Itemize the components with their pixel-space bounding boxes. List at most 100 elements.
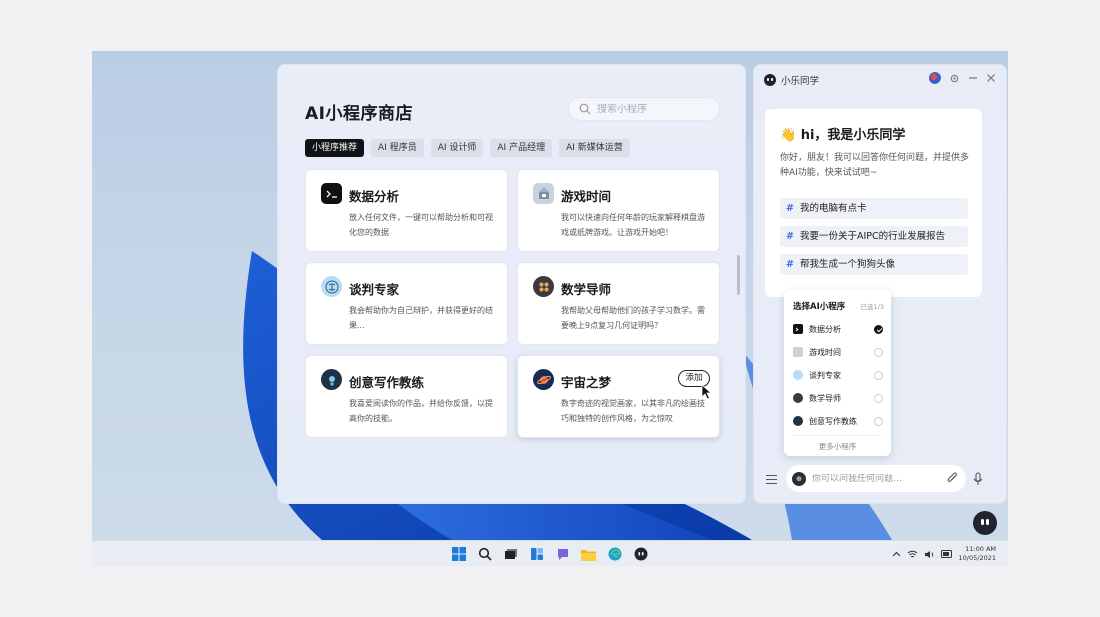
app-card-desc: 数字奇迹的视觉画家，以其非凡的绘画技巧和独特的创作风格，为之惊叹 <box>561 399 705 423</box>
app-card-desc: 放入任何文件，一键可以帮助分析和可视化您的数据 <box>349 213 493 237</box>
app-card-data-analysis[interactable]: 数据分析 放入任何文件，一键可以帮助分析和可视化您的数据 <box>305 169 508 252</box>
popup-title: 选择AI小程序 <box>793 302 846 312</box>
task-view-icon[interactable] <box>502 546 519 562</box>
assistant-panel: 小乐同学 👋 hi，我是小乐同学 你好，朋友！我可以回答你任何问题，并提供多种A… <box>753 64 1007 504</box>
tab-recommended[interactable]: 小程序推荐 <box>305 139 365 157</box>
chevron-up-icon[interactable] <box>892 551 901 557</box>
avatar-icon[interactable] <box>929 72 941 84</box>
radio-unchecked[interactable] <box>874 393 883 403</box>
math-icon <box>533 276 554 297</box>
negotiation-icon <box>793 370 803 380</box>
suggestion-chip[interactable]: # 我的电脑有点卡 <box>780 198 968 219</box>
minimize-icon[interactable] <box>968 73 978 83</box>
category-tabs: 小程序推荐 AI 程序员 AI 设计师 AI 产品经理 AI 新媒体运营 <box>305 139 630 157</box>
popup-item-creative-writing[interactable]: 创意写作教练 <box>793 414 883 428</box>
app-card-desc: 我会帮助你为自己辩护，并获得更好的结果... <box>349 306 493 330</box>
app-card-negotiation[interactable]: 谈判专家 我会帮助你为自己辩护，并获得更好的结果... <box>305 262 508 345</box>
intro-text: 你好，朋友！我可以回答你任何问题，并提供多种AI功能，快来试试吧~ <box>780 153 970 178</box>
negotiation-icon <box>321 276 342 297</box>
microphone-icon[interactable] <box>973 472 983 486</box>
suggestion-chip[interactable]: # 帮我生成一个狗狗头像 <box>780 254 968 275</box>
chat-input-bar: ⊕ <box>786 465 966 492</box>
popup-item-game-time[interactable]: 游戏时间 <box>793 345 883 359</box>
app-card-title: 谈判专家 <box>349 282 400 297</box>
app-card-game-time[interactable]: 游戏时间 我可以快速向任何年龄的玩家解释棋盘游戏或纸牌游戏。让游戏开始吧！ <box>517 169 720 252</box>
writing-icon <box>793 416 803 426</box>
assistant-taskbar-icon[interactable] <box>632 546 649 562</box>
search-input[interactable] <box>597 103 717 115</box>
window-controls <box>929 72 996 84</box>
taskbar: 11:00 AM 10/05/2021 <box>92 540 1008 566</box>
mouse-cursor-icon <box>701 384 713 400</box>
popup-item-data-analysis[interactable]: 数据分析 <box>793 322 883 336</box>
writing-icon <box>321 369 342 390</box>
popup-item-negotiation[interactable]: 谈判专家 <box>793 368 883 382</box>
game-icon <box>533 183 554 204</box>
tab-ai-new-media[interactable]: AI 新媒体运营 <box>559 139 630 157</box>
popup-item-label: 创意写作教练 <box>809 416 857 426</box>
popup-count: 已选1/3 <box>860 303 884 311</box>
suggestion-label: 我要一份关于AIPC的行业发展报告 <box>799 231 946 242</box>
radio-unchecked[interactable] <box>874 347 883 357</box>
store-title: AI小程序商店 <box>305 104 413 124</box>
paperclip-icon[interactable] <box>946 471 958 485</box>
system-tray: 11:00 AM 10/05/2021 <box>892 545 996 563</box>
floating-assistant-button[interactable] <box>973 511 997 535</box>
app-card-desc: 我可以快速向任何年龄的玩家解释棋盘游戏或纸牌游戏。让游戏开始吧！ <box>561 213 705 237</box>
planet-icon <box>533 369 554 390</box>
robot-icon <box>764 74 776 86</box>
terminal-icon <box>321 183 342 204</box>
popup-item-label: 谈判专家 <box>809 370 841 380</box>
chat-input[interactable] <box>812 473 942 484</box>
scrollbar[interactable] <box>737 255 740 295</box>
search-box[interactable] <box>568 97 720 121</box>
chat-icon[interactable] <box>554 546 571 562</box>
welcome-card: 👋 hi，我是小乐同学 你好，朋友！我可以回答你任何问题，并提供多种AI功能，快… <box>765 109 982 297</box>
tab-ai-programmer[interactable]: AI 程序员 <box>371 139 424 157</box>
radio-checked[interactable] <box>874 324 883 334</box>
app-card-title: 创意写作教练 <box>349 375 425 390</box>
app-logo-icon[interactable]: ⊕ <box>792 471 806 486</box>
edge-browser-icon[interactable] <box>606 546 623 562</box>
widgets-icon[interactable] <box>528 546 545 562</box>
tab-ai-product-manager[interactable]: AI 产品经理 <box>490 139 553 157</box>
app-card-desc: 我帮助父母帮助他们的孩子学习数学。需要晚上9点复习几何证明吗？ <box>561 306 705 330</box>
app-card-title: 数据分析 <box>349 189 400 204</box>
assistant-header: 小乐同学 <box>764 73 819 87</box>
popup-item-label: 数学导师 <box>809 393 841 403</box>
game-icon <box>793 347 803 357</box>
taskbar-apps <box>450 546 649 562</box>
app-card-math-tutor[interactable]: 数学导师 我帮助父母帮助他们的孩子学习数学。需要晚上9点复习几何证明吗？ <box>517 262 720 345</box>
suggestion-label: 帮我生成一个狗狗头像 <box>799 259 895 270</box>
divider <box>793 435 882 436</box>
app-card-title: 数学导师 <box>561 282 612 297</box>
app-card-desc: 我喜爱阅读你的作品，并给你反馈，以提高你的技能。 <box>349 399 493 423</box>
more-apps-link[interactable]: 更多小程序 <box>784 441 891 452</box>
radio-unchecked[interactable] <box>874 370 883 380</box>
file-explorer-icon[interactable] <box>580 546 597 562</box>
math-icon <box>793 393 803 403</box>
popup-item-label: 数据分析 <box>809 324 841 334</box>
close-icon[interactable] <box>986 73 996 83</box>
clock-date: 10/05/2021 <box>958 554 996 562</box>
app-card-cosmic-dream[interactable]: 宇宙之梦 数字奇迹的视觉画家，以其非凡的绘画技巧和独特的创作风格，为之惊叹 添加 <box>517 355 720 438</box>
windows-start-icon[interactable] <box>450 546 467 562</box>
clock[interactable]: 11:00 AM 10/05/2021 <box>959 545 996 563</box>
battery-icon[interactable] <box>940 550 953 558</box>
mini-app-selector: 选择AI小程序 已选1/3 数据分析 游戏时间 谈判专家 数学导师 创意写作教练 <box>784 290 891 456</box>
hash-icon: # <box>786 259 794 270</box>
radio-unchecked[interactable] <box>874 416 883 426</box>
tab-ai-designer[interactable]: AI 设计师 <box>430 139 484 157</box>
gear-icon[interactable] <box>949 73 960 84</box>
volume-icon[interactable] <box>924 550 935 559</box>
popup-item-math-tutor[interactable]: 数学导师 <box>793 391 883 405</box>
app-card-title: 宇宙之梦 <box>561 375 612 390</box>
wifi-icon[interactable] <box>907 550 918 559</box>
assistant-name: 小乐同学 <box>781 76 820 87</box>
clock-time: 11:00 AM <box>965 545 996 553</box>
search-icon[interactable] <box>476 546 493 562</box>
greeting: 👋 hi，我是小乐同学 <box>780 128 906 143</box>
menu-icon[interactable] <box>766 475 777 484</box>
app-card-creative-writing[interactable]: 创意写作教练 我喜爱阅读你的作品，并给你反馈，以提高你的技能。 <box>305 355 508 438</box>
suggestion-chip[interactable]: # 我要一份关于AIPC的行业发展报告 <box>780 226 968 247</box>
